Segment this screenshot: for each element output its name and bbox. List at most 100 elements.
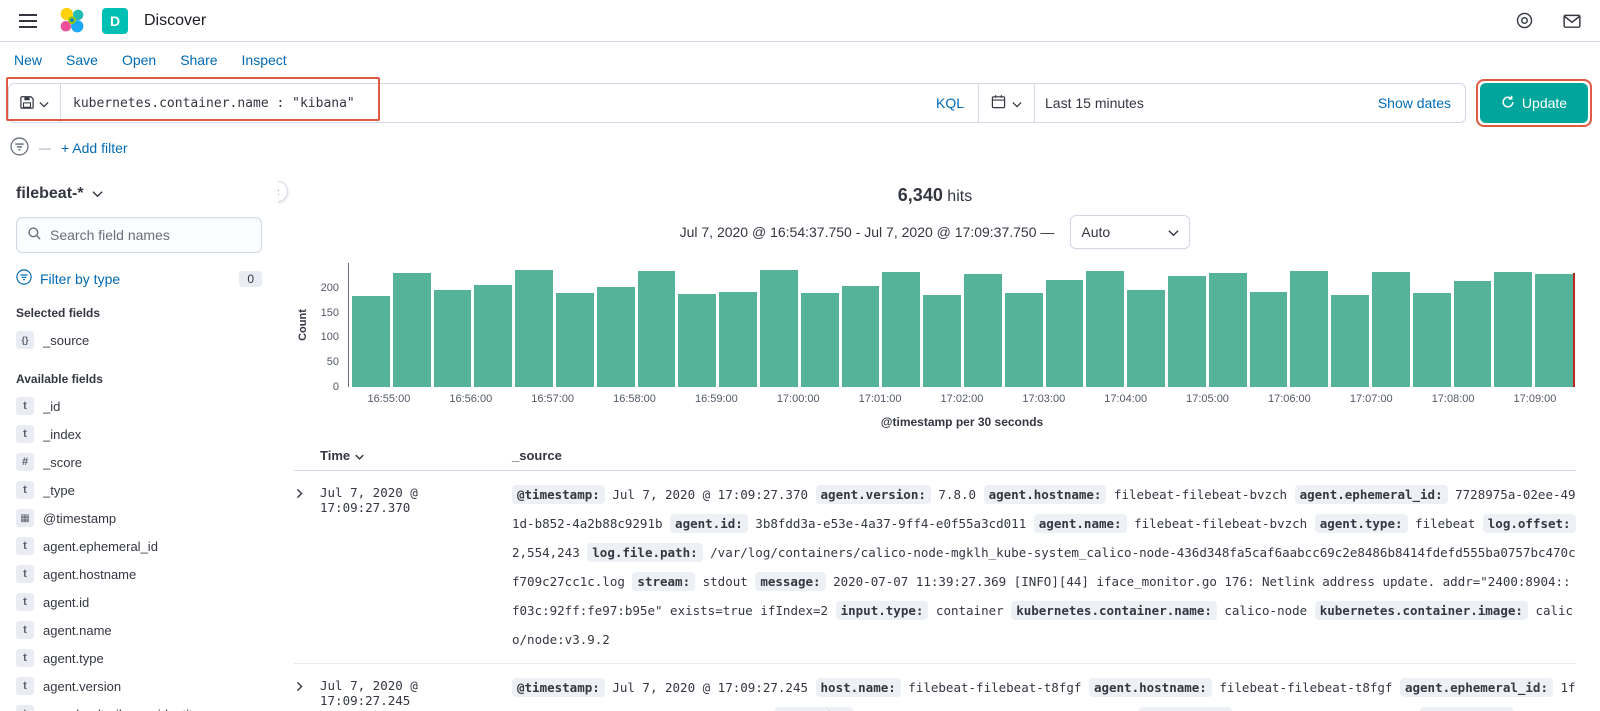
expand-row-chevron-icon[interactable] [294, 673, 320, 711]
field-item[interactable]: t agent.id [16, 588, 262, 616]
histogram-bar[interactable] [1045, 279, 1084, 387]
histogram-bar[interactable] [1249, 292, 1288, 387]
histogram-bar[interactable] [882, 272, 921, 387]
field-item[interactable]: t agent.ephemeral_id [16, 532, 262, 560]
field-item[interactable]: t agent.version [16, 672, 262, 700]
expand-row-chevron-icon[interactable] [294, 480, 320, 654]
field-item[interactable]: ▦ @timestamp [16, 504, 262, 532]
calendar-icon [991, 94, 1006, 112]
num-field-type-icon: # [16, 453, 34, 471]
field-key-badge: agent.ephemeral_id: [1399, 678, 1553, 697]
histogram-bar[interactable] [1208, 272, 1247, 387]
page-title: Discover [144, 11, 207, 29]
inspect-link[interactable]: Inspect [242, 52, 287, 68]
menu-hamburger-icon[interactable] [14, 7, 42, 35]
index-pattern-selector[interactable]: filebeat-* [16, 185, 262, 203]
saved-query-menu-button[interactable] [9, 84, 61, 122]
filter-by-type-button[interactable]: Filter by type 0 [16, 269, 262, 288]
field-key-badge: agent.id: [775, 707, 854, 711]
field-item[interactable]: t agent.type [16, 644, 262, 672]
histogram-bar[interactable] [1290, 271, 1329, 387]
time-column-header[interactable]: Time [320, 448, 512, 463]
histogram-bar[interactable] [678, 293, 717, 387]
search-icon [27, 226, 42, 244]
histogram-bar[interactable] [841, 286, 880, 387]
time-column-label: Time [320, 448, 351, 463]
field-item[interactable]: t aws.cloudtrail.user_identity.s... [16, 700, 262, 711]
query-input[interactable] [61, 84, 922, 122]
histogram-bar[interactable] [800, 293, 839, 387]
field-key-badge: agent.name: [1033, 514, 1127, 533]
filter-icon[interactable] [10, 137, 29, 159]
x-tick-label: 17:03:00 [1022, 393, 1066, 405]
histogram-plot [348, 263, 1576, 387]
interval-value: Auto [1081, 224, 1111, 240]
field-item[interactable]: {} _source [16, 326, 262, 354]
table-row: Jul 7, 2020 @ 17:09:27.370 @timestamp: Ju… [294, 471, 1576, 664]
histogram-bar[interactable] [433, 289, 472, 387]
histogram-bar[interactable] [923, 295, 961, 387]
source-column-header: _source [512, 448, 562, 463]
field-item[interactable]: t agent.hostname [16, 560, 262, 588]
field-item[interactable]: t agent.name [16, 616, 262, 644]
field-key-badge: log.offset: [1482, 514, 1576, 533]
histogram-bar[interactable] [515, 269, 553, 387]
histogram-bar[interactable] [1494, 271, 1533, 387]
histogram-bar[interactable] [1127, 290, 1165, 387]
date-picker-button[interactable] [979, 84, 1035, 122]
open-link[interactable]: Open [122, 52, 156, 68]
t-field-type-icon: t [16, 649, 34, 667]
newsfeed-mail-icon[interactable] [1558, 7, 1586, 35]
share-link[interactable]: Share [180, 52, 217, 68]
add-filter-link[interactable]: + Add filter [61, 140, 128, 156]
histogram-bar[interactable] [719, 292, 757, 387]
query-language-button[interactable]: KQL [922, 84, 978, 122]
histogram-bar[interactable] [1371, 272, 1410, 387]
histogram-bar[interactable] [1331, 295, 1369, 387]
selected-fields-heading: Selected fields [16, 306, 101, 320]
field-search-input[interactable] [50, 227, 251, 243]
current-time-marker [1573, 272, 1575, 387]
t-field-type-icon: t [16, 677, 34, 695]
update-button[interactable]: Update [1480, 83, 1588, 123]
hits-count: 6,340 [897, 185, 943, 205]
field-item[interactable]: t _index [16, 420, 262, 448]
interval-select[interactable]: Auto [1070, 215, 1191, 249]
elastic-logo[interactable] [58, 7, 86, 35]
histogram-bar[interactable] [474, 285, 513, 387]
histogram-bar[interactable] [555, 292, 594, 387]
histogram-bar[interactable] [1412, 292, 1451, 387]
time-range-label[interactable]: Last 15 minutes [1045, 95, 1144, 111]
histogram-bar[interactable] [596, 286, 635, 387]
histogram-bar[interactable] [1086, 271, 1125, 387]
refresh-icon [1501, 95, 1515, 112]
x-tick-label: 16:59:00 [694, 393, 738, 405]
field-item[interactable]: t _type [16, 476, 262, 504]
histogram-bar[interactable] [1167, 275, 1206, 387]
histogram-bar[interactable] [1004, 292, 1043, 387]
histogram-bar[interactable] [963, 273, 1002, 387]
histogram-bar[interactable] [352, 296, 390, 387]
field-item[interactable]: # _score [16, 448, 262, 476]
new-link[interactable]: New [14, 52, 42, 68]
show-dates-link[interactable]: Show dates [1378, 95, 1451, 111]
filter-icon [16, 269, 32, 288]
histogram-bar[interactable] [392, 272, 431, 387]
histogram-bar[interactable] [759, 269, 798, 387]
histogram-bar[interactable] [1453, 280, 1492, 387]
field-name: agent.hostname [43, 566, 137, 582]
histogram-bar[interactable] [1535, 273, 1573, 387]
y-tick-label: 150 [320, 306, 339, 319]
hits-summary: 6,340 hits [294, 185, 1576, 206]
field-name: @timestamp [43, 510, 117, 526]
histogram-bar[interactable] [637, 271, 676, 387]
save-link[interactable]: Save [66, 52, 98, 68]
x-tick-label: 16:55:00 [367, 393, 411, 405]
available-fields-heading: Available fields [16, 372, 103, 386]
field-item[interactable]: t _id [16, 392, 262, 420]
help-icon[interactable] [1510, 7, 1538, 35]
date-field-type-icon: ▦ [16, 509, 34, 527]
collapse-sidebar-button[interactable]: ‹ [278, 181, 288, 202]
time-range-section: Last 15 minutes Show dates [1035, 84, 1465, 122]
field-name: _index [43, 426, 82, 442]
